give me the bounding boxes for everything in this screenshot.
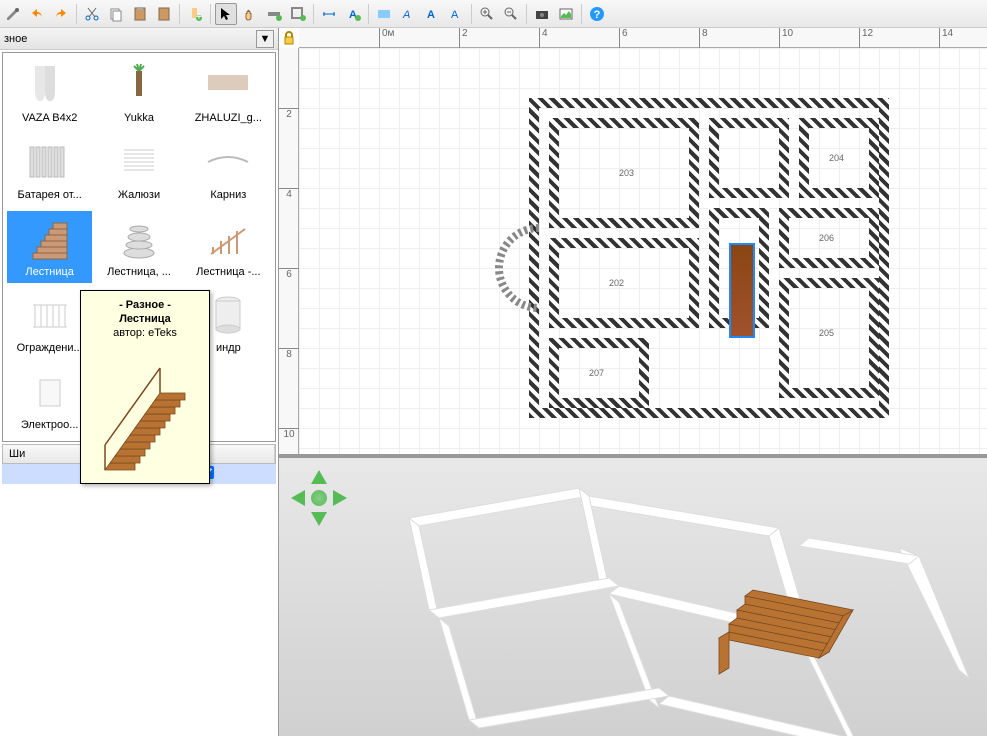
redo-button[interactable] xyxy=(50,3,72,25)
svg-text:A: A xyxy=(427,9,435,21)
settings-button[interactable] xyxy=(2,3,24,25)
tooltip-category: - Разное - xyxy=(89,299,201,311)
select-tool[interactable] xyxy=(215,3,237,25)
text-style-2[interactable]: A xyxy=(421,3,443,25)
cut-button[interactable] xyxy=(81,3,103,25)
furniture-item-plant[interactable]: Yukka xyxy=(96,57,181,130)
category-label: зное xyxy=(4,33,27,45)
furniture-item-staircase[interactable]: Лестница xyxy=(7,211,92,284)
tooltip-name: Лестница xyxy=(89,313,201,325)
furniture-item-curtain-rod[interactable]: Карниз xyxy=(186,134,271,207)
nav-left[interactable] xyxy=(291,490,305,506)
tooltip-preview xyxy=(95,345,195,475)
text-tool[interactable]: A xyxy=(342,3,364,25)
furniture-item-vase[interactable]: VAZA B4x2 xyxy=(7,57,92,130)
copy-button[interactable] xyxy=(105,3,127,25)
walls-3d xyxy=(359,478,987,736)
plan-grid[interactable]: 203 204 204 202 201 206 205 207 xyxy=(299,48,987,454)
view-3d[interactable] xyxy=(279,458,987,736)
room-tool[interactable] xyxy=(287,3,309,25)
text-style-3[interactable]: A xyxy=(445,3,467,25)
category-selector[interactable]: зное ▼ xyxy=(0,28,278,50)
svg-text:A: A xyxy=(402,9,410,21)
delete-button[interactable] xyxy=(153,3,175,25)
text-style-1[interactable]: A xyxy=(397,3,419,25)
category-dropdown-button[interactable]: ▼ xyxy=(256,30,274,48)
wall-style-button[interactable] xyxy=(373,3,395,25)
floorplan: 203 204 204 202 201 206 205 207 xyxy=(489,78,909,438)
nav-center[interactable] xyxy=(311,490,327,506)
vertical-ruler: 2 4 6 8 10 xyxy=(279,48,299,454)
plan-view-2d[interactable]: 0м 2 4 6 8 10 12 14 2 4 6 8 10 xyxy=(279,28,987,458)
dimension-tool[interactable] xyxy=(318,3,340,25)
camera-button[interactable] xyxy=(531,3,553,25)
svg-text:+: + xyxy=(196,11,202,22)
paste-button[interactable] xyxy=(129,3,151,25)
zoom-out-button[interactable] xyxy=(500,3,522,25)
main-toolbar: + A A A A ? xyxy=(0,0,987,28)
nav-down[interactable] xyxy=(311,512,327,526)
tooltip-author: автор: eTeks xyxy=(89,327,201,339)
add-furniture-button[interactable]: + xyxy=(184,3,206,25)
navigation-widget xyxy=(289,468,349,528)
help-button[interactable]: ? xyxy=(586,3,608,25)
furniture-item-spiral-stair[interactable]: Лестница, ... xyxy=(96,211,181,284)
nav-up[interactable] xyxy=(311,470,327,484)
photo-button[interactable] xyxy=(555,3,577,25)
zoom-in-button[interactable] xyxy=(476,3,498,25)
lock-icon[interactable] xyxy=(281,30,297,46)
horizontal-ruler: 0м 2 4 6 8 10 12 14 xyxy=(299,28,987,48)
furniture-item-blinds2[interactable]: Жалюзи xyxy=(96,134,181,207)
svg-text:?: ? xyxy=(594,9,601,21)
furniture-item-radiator[interactable]: Батарея от... xyxy=(7,134,92,207)
pan-tool[interactable] xyxy=(239,3,261,25)
placed-staircase[interactable] xyxy=(729,243,755,338)
svg-text:A: A xyxy=(451,9,459,21)
nav-right[interactable] xyxy=(333,490,347,506)
furniture-item-stair-rail[interactable]: Лестница -... xyxy=(186,211,271,284)
furniture-tooltip: - Разное - Лестница автор: eTeks xyxy=(80,290,210,484)
undo-button[interactable] xyxy=(26,3,48,25)
furniture-item-blinds[interactable]: ZHALUZI_g... xyxy=(186,57,271,130)
wall-tool[interactable] xyxy=(263,3,285,25)
